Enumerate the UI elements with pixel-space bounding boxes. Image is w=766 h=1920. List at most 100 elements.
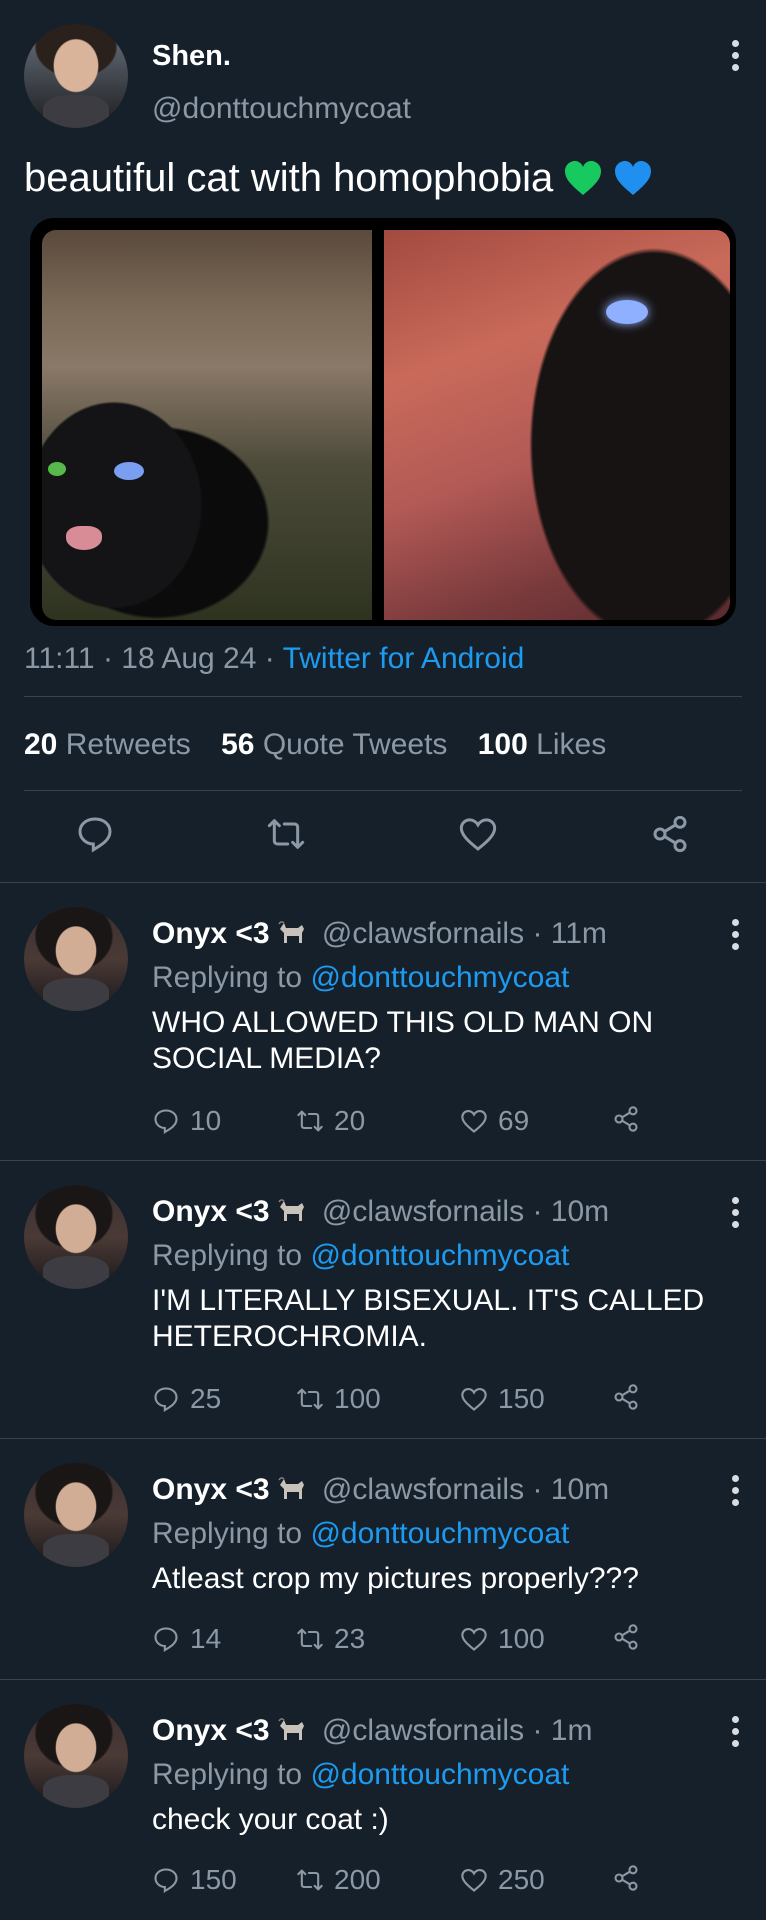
retweet-button[interactable]: 23 xyxy=(296,1623,365,1655)
like-count: 69 xyxy=(498,1105,530,1136)
like-count: 250 xyxy=(498,1864,545,1895)
display-name[interactable]: Onyx <3 xyxy=(152,1195,270,1228)
avatar[interactable] xyxy=(24,1704,128,1808)
share-icon xyxy=(614,1106,638,1132)
user-handle[interactable]: @clawsfornails xyxy=(322,1473,524,1506)
share-button[interactable] xyxy=(612,1623,640,1651)
replying-to-link[interactable]: @donttouchmycoat xyxy=(310,1758,569,1791)
like-count: 150 xyxy=(498,1383,545,1414)
reply-icon xyxy=(154,1868,178,1893)
more-options-icon[interactable] xyxy=(732,919,740,950)
retweet-icon xyxy=(297,1110,323,1132)
user-handle[interactable]: @clawsfornails xyxy=(322,917,524,950)
like-icon xyxy=(461,1628,487,1651)
retweet-button[interactable]: 100 xyxy=(296,1383,381,1415)
like-icon xyxy=(461,1869,487,1892)
reply-actions: 14 23 100 xyxy=(152,1623,652,1659)
reply-text: WHO ALLOWED THIS OLD MAN ON SOCIAL MEDIA… xyxy=(152,1006,654,1075)
reply-tweet[interactable]: Onyx <3 @clawsfornails · 11m Replying to… xyxy=(0,883,766,1161)
like-button[interactable]: 250 xyxy=(460,1864,545,1896)
like-icon xyxy=(461,1388,487,1411)
media-image-left[interactable] xyxy=(42,230,372,620)
likes-stat[interactable]: 100 Likes xyxy=(478,728,606,761)
retweet-button[interactable]: 200 xyxy=(296,1864,381,1896)
like-icon[interactable] xyxy=(458,814,498,854)
reply-age: 10m xyxy=(550,1195,610,1228)
reply-button[interactable]: 14 xyxy=(152,1623,221,1655)
reply-icon xyxy=(154,1387,178,1412)
retweet-icon xyxy=(297,1388,323,1410)
reply-age: 1m xyxy=(550,1714,593,1747)
goat-icon xyxy=(277,1718,304,1740)
avatar[interactable] xyxy=(24,907,128,1011)
reply-tweet[interactable]: Onyx <3 @clawsfornails · 1m Replying to … xyxy=(0,1680,766,1920)
reply-header: Onyx <3 @clawsfornails · 11m xyxy=(152,917,607,950)
replying-to-link[interactable]: @donttouchmycoat xyxy=(310,961,569,994)
reply-header: Onyx <3 @clawsfornails · 10m xyxy=(152,1473,610,1506)
goat-icon xyxy=(277,1199,304,1221)
reply-tweet[interactable]: Onyx <3 @clawsfornails · 10m Replying to… xyxy=(0,1439,766,1680)
reply-actions: 150 200 250 xyxy=(152,1864,652,1900)
display-name[interactable]: Shen. xyxy=(152,40,231,73)
retweets-stat[interactable]: 20 Retweets xyxy=(24,728,191,761)
quotes-stat[interactable]: 56 Quote Tweets xyxy=(221,728,447,761)
reply-header: Onyx <3 @clawsfornails · 10m xyxy=(152,1195,610,1228)
retweet-icon xyxy=(297,1628,323,1650)
like-button[interactable]: 69 xyxy=(460,1105,529,1137)
reply-tweet[interactable]: Onyx <3 @clawsfornails · 10m Replying to… xyxy=(0,1161,766,1439)
more-options-icon[interactable] xyxy=(732,40,740,71)
share-icon xyxy=(614,1624,638,1650)
like-button[interactable]: 150 xyxy=(460,1383,545,1415)
media-grid xyxy=(30,218,736,626)
retweet-button[interactable]: 20 xyxy=(296,1105,365,1137)
replying-to-link[interactable]: @donttouchmycoat xyxy=(310,1239,569,1272)
display-name[interactable]: Onyx <3 xyxy=(152,1473,270,1506)
replying-to: Replying to @donttouchmycoat xyxy=(152,1239,569,1273)
tweet-time: 11:11 xyxy=(24,642,95,675)
reply-text: I'M LITERALLY BISEXUAL. IT'S CALLED HETE… xyxy=(152,1284,705,1353)
share-icon[interactable] xyxy=(650,814,690,854)
blue-heart-icon xyxy=(615,161,652,195)
tweet-text-content: beautiful cat with homophobia xyxy=(24,156,554,200)
replying-prefix: Replying to xyxy=(152,1758,303,1791)
reply-count: 150 xyxy=(190,1864,237,1895)
media-image-right[interactable] xyxy=(384,230,730,620)
retweet-count: 23 xyxy=(334,1623,366,1654)
replying-to-link[interactable]: @donttouchmycoat xyxy=(310,1517,569,1550)
display-name[interactable]: Onyx <3 xyxy=(152,917,270,950)
goat-icon xyxy=(277,921,304,943)
reply-button[interactable]: 25 xyxy=(152,1383,221,1415)
like-icon xyxy=(461,1110,487,1133)
tweet-source-link[interactable]: Twitter for Android xyxy=(283,642,525,675)
tweet-text: beautiful cat with homophobia xyxy=(24,156,653,201)
avatar[interactable] xyxy=(24,24,128,128)
like-button[interactable]: 100 xyxy=(460,1623,545,1655)
reply-icon[interactable] xyxy=(75,814,115,854)
green-heart-icon xyxy=(565,161,602,195)
divider xyxy=(24,790,742,791)
reply-button[interactable]: 10 xyxy=(152,1105,221,1137)
avatar[interactable] xyxy=(24,1463,128,1567)
more-options-icon[interactable] xyxy=(732,1197,740,1228)
reply-icon xyxy=(154,1627,178,1652)
reply-button[interactable]: 150 xyxy=(152,1864,237,1896)
reply-count: 10 xyxy=(190,1105,222,1136)
user-handle[interactable]: @donttouchmycoat xyxy=(152,92,411,126)
avatar[interactable] xyxy=(24,1185,128,1289)
share-button[interactable] xyxy=(612,1864,640,1892)
share-button[interactable] xyxy=(612,1383,640,1411)
replying-prefix: Replying to xyxy=(152,961,303,994)
display-name[interactable]: Onyx <3 xyxy=(152,1714,270,1747)
user-handle[interactable]: @clawsfornails xyxy=(322,1195,524,1228)
more-options-icon[interactable] xyxy=(732,1475,740,1506)
user-handle[interactable]: @clawsfornails xyxy=(322,1714,524,1747)
more-options-icon[interactable] xyxy=(732,1716,740,1747)
retweet-count: 20 xyxy=(334,1105,366,1136)
replying-to: Replying to @donttouchmycoat xyxy=(152,961,569,995)
retweet-icon[interactable] xyxy=(266,814,306,854)
reply-header: Onyx <3 @clawsfornails · 1m xyxy=(152,1714,593,1747)
reply-age: 11m xyxy=(550,917,607,950)
reply-text: check your coat :) xyxy=(152,1803,389,1836)
goat-icon xyxy=(277,1477,304,1499)
share-button[interactable] xyxy=(612,1105,640,1133)
